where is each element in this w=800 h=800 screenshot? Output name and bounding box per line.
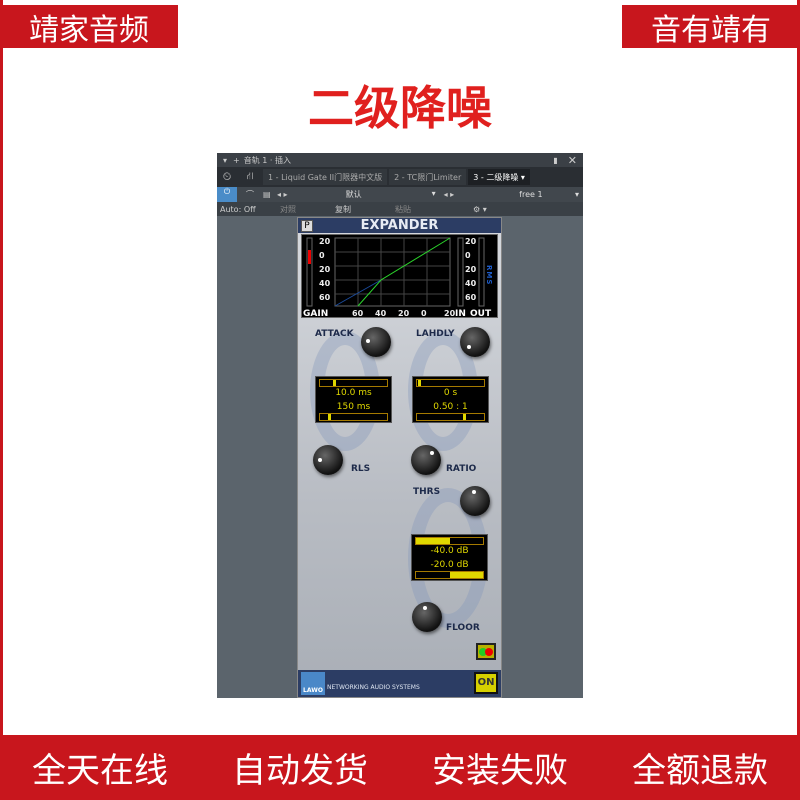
- tab-bar: ⏲ ⛙ 1 - Liquid Gate II门限器中文版 2 - TC限门Lim…: [217, 167, 583, 187]
- attack-label: ATTACK: [315, 329, 354, 339]
- in-label: IN: [455, 309, 466, 317]
- left-tick-label: 0: [319, 251, 325, 260]
- prev-next2-icon[interactable]: ◂ ▸: [444, 190, 455, 199]
- footer-text: NETWORKING AUDIO SYSTEMS: [327, 684, 420, 691]
- threshold-value: -40.0 dB: [430, 546, 469, 556]
- auto-button[interactable]: Auto: Off: [217, 205, 263, 214]
- shop-tag-left: 靖家音频: [0, 5, 178, 48]
- threshold-slider[interactable]: [415, 537, 484, 545]
- threshold-label: THRS: [413, 487, 441, 497]
- routing-icon[interactable]: ⛙: [237, 171, 263, 184]
- red-led-icon: [485, 647, 493, 656]
- gain-label: GAIN: [303, 309, 328, 317]
- on-button[interactable]: ON: [474, 672, 498, 694]
- prev-next-icon[interactable]: ◂ ▸: [277, 190, 288, 199]
- threshold-floor-display: -40.0 dB -20.0 dB: [411, 534, 488, 581]
- shop-tag-right: 音有靖有: [622, 5, 800, 48]
- floor-value: -20.0 dB: [430, 560, 469, 570]
- add-icon[interactable]: +: [233, 156, 240, 165]
- lahdly-label: LAHDLY: [416, 329, 455, 339]
- action-bar: Auto: Off 对照 复制 粘贴 ⚙ ▾: [217, 202, 583, 216]
- right-tick-label: 20: [465, 265, 477, 274]
- attack-slider[interactable]: [319, 379, 388, 387]
- out-label: OUT: [470, 309, 492, 317]
- lawo-logo: LAWO: [301, 672, 325, 695]
- lahdly-slider[interactable]: [416, 379, 485, 387]
- preset2-select[interactable]: free 1 ▾: [464, 190, 579, 199]
- release-knob[interactable]: [313, 445, 343, 475]
- left-tick-label: 60: [319, 293, 331, 302]
- right-tick-label: 40: [465, 279, 477, 288]
- ratio-slider[interactable]: [416, 413, 485, 421]
- plugin-name: EXPANDER: [298, 218, 501, 233]
- preset-bar: ⏻ ⌒ ▤ ◂ ▸ 默认 ▾ ◂ ▸ free 1 ▾: [217, 187, 583, 202]
- right-tick-label: 60: [465, 293, 477, 302]
- ratio-value: 0.50 : 1: [433, 402, 468, 412]
- left-tick-label: 40: [319, 279, 331, 288]
- tab-2[interactable]: 2 - TC限门Limiter: [389, 169, 467, 185]
- page-title: 二级降噪: [308, 81, 492, 135]
- floor-slider[interactable]: [415, 571, 484, 579]
- right-tick-label: 0: [465, 251, 471, 260]
- bottom-tick-label: 20: [444, 309, 456, 317]
- copy-button[interactable]: 复制: [313, 204, 373, 215]
- release-slider[interactable]: [319, 413, 388, 421]
- bottom-tick-label: 60: [352, 309, 364, 317]
- threshold-knob[interactable]: [460, 486, 490, 516]
- in-meter: [457, 237, 464, 307]
- title-bar: ▾ + 音轨 1 · 插入 ▮ ✕: [217, 153, 583, 167]
- settings-icon[interactable]: ⚙ ▾: [473, 205, 487, 214]
- ratio-knob[interactable]: [411, 445, 441, 475]
- collapse-icon[interactable]: ▾: [223, 156, 227, 165]
- preset-select[interactable]: 默认 ▾: [296, 189, 436, 200]
- power-icon[interactable]: ⏻: [217, 187, 237, 202]
- gain-meter: [306, 237, 313, 307]
- preset2-value: free 1: [519, 190, 543, 199]
- banner-item: 全额退款: [632, 751, 768, 791]
- tab-1[interactable]: 1 - Liquid Gate II门限器中文版: [263, 169, 388, 185]
- floor-label: FLOOR: [446, 623, 480, 633]
- out-meter: [478, 237, 485, 307]
- lahdly-ratio-display: 0 s 0.50 : 1: [412, 376, 489, 423]
- close-icon[interactable]: ✕: [568, 154, 577, 167]
- banner-item: 安装失败: [432, 751, 568, 791]
- ratio-label: RATIO: [446, 464, 477, 474]
- attack-value: 10.0 ms: [335, 388, 372, 398]
- compare-button[interactable]: 对照: [263, 204, 313, 215]
- rms-label: RMS: [485, 265, 493, 285]
- gain-meter-fill: [308, 250, 311, 264]
- power-history-icon[interactable]: ⏲: [217, 170, 237, 184]
- release-value: 150 ms: [336, 402, 371, 412]
- paste-button[interactable]: 粘贴: [373, 204, 433, 215]
- bottom-tick-label: 20: [398, 309, 410, 317]
- right-tick-label: 20: [465, 237, 477, 246]
- left-tick-label: 20: [319, 265, 331, 274]
- p-button[interactable]: P: [301, 220, 313, 232]
- tab-3[interactable]: 3 - 二级降噪 ▾: [468, 169, 530, 185]
- release-label: RLS: [351, 464, 371, 474]
- preset-value: 默认: [345, 190, 362, 199]
- window-title: 音轨 1 · 插入: [243, 155, 291, 165]
- bypass-led-button[interactable]: [476, 643, 496, 660]
- pin-icon[interactable]: ▮: [553, 156, 557, 165]
- bottom-tick-label: 0: [421, 309, 427, 317]
- expander-panel: EXPANDER P 20 0 20 40 60 20 0 20 40 60 60 40 20 0 20 …: [297, 217, 502, 698]
- graph-svg: 20 0 20 40 60 20 0 20 40 60 60 40 20 0 20 GAIN IN OUT…: [303, 237, 493, 319]
- bottom-banner: 全天在线 自动发货 安装失败 全额退款: [0, 735, 800, 800]
- floor-knob[interactable]: [412, 602, 442, 632]
- lahdly-knob[interactable]: [460, 327, 490, 357]
- lahdly-value: 0 s: [443, 388, 458, 398]
- file-icon[interactable]: ▤: [263, 190, 277, 199]
- sidechain-icon[interactable]: ⌒: [237, 189, 263, 200]
- tab-3-label: 3 - 二级降噪: [473, 172, 519, 182]
- left-tick-label: 20: [319, 237, 331, 246]
- transfer-graph: 20 0 20 40 60 20 0 20 40 60 60 40 20 0 20 GAIN IN OUT…: [301, 234, 498, 319]
- banner-item: 自动发货: [232, 751, 368, 791]
- attack-knob[interactable]: [361, 327, 391, 357]
- banner-item: 全天在线: [32, 751, 168, 791]
- plugin-window: ▾ + 音轨 1 · 插入 ▮ ✕ ⏲ ⛙ 1 - Liquid Gate II…: [217, 153, 583, 698]
- attack-release-display: 10.0 ms 150 ms: [315, 376, 392, 423]
- footer: LAWO NETWORKING AUDIO SYSTEMS ON: [298, 670, 501, 697]
- bottom-tick-label: 40: [375, 309, 387, 317]
